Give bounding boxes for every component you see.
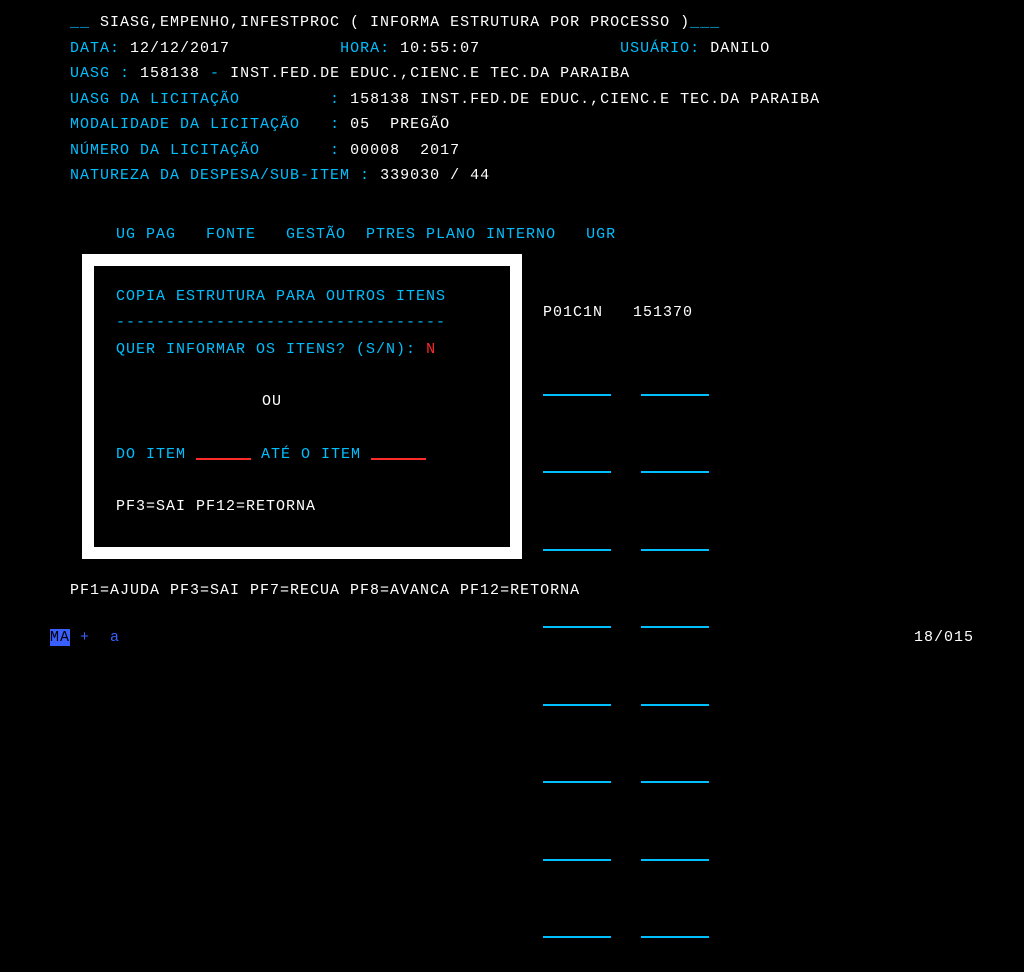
ugr-input[interactable]	[641, 536, 709, 551]
modalidade-line: MODALIDADE DA LICITAÇÃO : 05 PREGÃO	[70, 112, 1004, 138]
ugr-input[interactable]	[641, 381, 709, 396]
from-item-input[interactable]	[196, 445, 251, 460]
popup-dialog: COPIA ESTRUTURA PARA OUTROS ITENS ------…	[82, 254, 522, 559]
status-bar: MA + a	[0, 625, 1024, 651]
to-item-input[interactable]	[371, 445, 426, 460]
breadcrumb: __ SIASG,EMPENHO,INFESTPROC ( INFORMA ES…	[70, 10, 1004, 36]
popup-fkeys: PF3=SAI PF12=RETORNA	[116, 494, 488, 520]
natureza-line: NATUREZA DA DESPESA/SUB-ITEM : 339030 / …	[70, 163, 1004, 189]
confirm-input[interactable]: N	[426, 341, 436, 358]
plano-input[interactable]	[543, 923, 611, 938]
data-rows-right: P01C1N 151370	[543, 249, 709, 972]
column-headers: UG PAG FONTE GESTÃO PTRES PLANO INTERNO …	[116, 222, 616, 248]
ugr-input[interactable]	[641, 458, 709, 473]
popup-or: OU	[116, 389, 488, 415]
ugr-input[interactable]	[641, 923, 709, 938]
plano-input[interactable]	[543, 536, 611, 551]
ugr-input[interactable]	[641, 846, 709, 861]
plano-input[interactable]	[543, 458, 611, 473]
uasg-line: UASG : 158138 - INST.FED.DE EDUC.,CIENC.…	[70, 61, 1004, 87]
popup-range-line: DO ITEM ATÉ O ITEM	[116, 442, 488, 468]
function-keys: PF1=AJUDA PF3=SAI PF7=RECUA PF8=AVANCA P…	[70, 578, 580, 604]
uasg-lic-line: UASG DA LICITAÇÃO : 158138 INST.FED.DE E…	[70, 87, 1004, 113]
plano-input[interactable]	[543, 768, 611, 783]
popup-title: COPIA ESTRUTURA PARA OUTROS ITENS	[116, 284, 488, 310]
info-line-1: DATA: 12/12/2017 HORA: 10:55:07 USUÁRIO:…	[70, 36, 1004, 62]
ugr-input[interactable]	[641, 691, 709, 706]
ugr-value: 151370	[633, 304, 693, 321]
popup-divider: ---------------------------------	[116, 310, 488, 336]
plano-input[interactable]	[543, 381, 611, 396]
numero-line: NÚMERO DA LICITAÇÃO : 00008 2017	[70, 138, 1004, 164]
popup-prompt-line: QUER INFORMAR OS ITENS? (S/N): N	[116, 337, 488, 363]
plano-input[interactable]	[543, 846, 611, 861]
ugr-input[interactable]	[641, 768, 709, 783]
plano-input[interactable]	[543, 691, 611, 706]
plano-value: P01C1N	[543, 304, 603, 321]
cursor-position: 18/015	[914, 625, 974, 651]
